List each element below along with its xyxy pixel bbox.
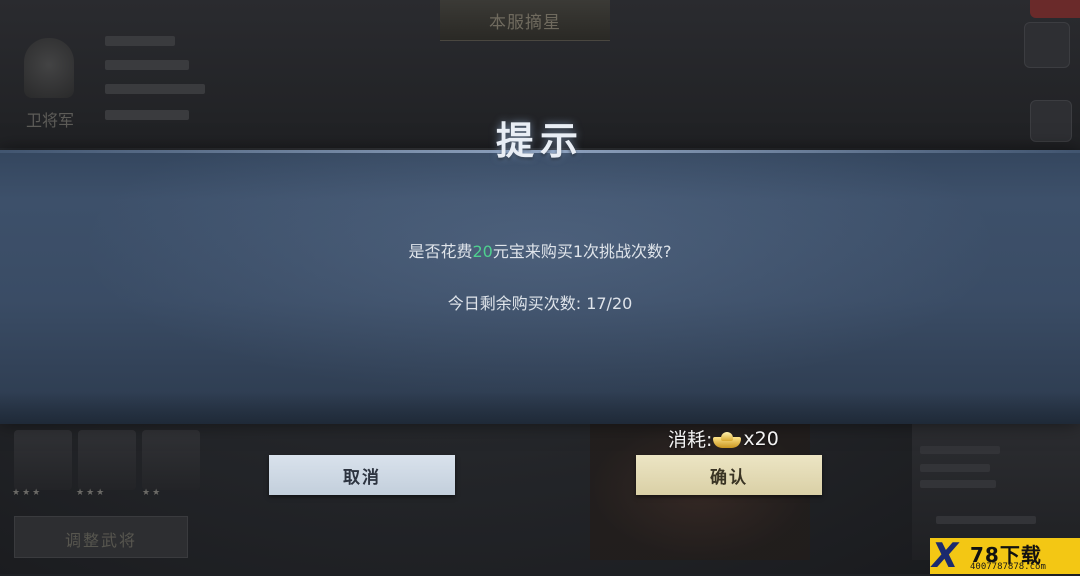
gold-ingot-icon [713, 429, 742, 449]
message-prefix: 是否花费 [408, 242, 473, 261]
stat-line [105, 84, 205, 94]
message-suffix: 元宝来购买1次挑战次数? [492, 242, 672, 261]
cancel-button[interactable]: 取消 [269, 455, 455, 495]
rank-emblem-icon [24, 38, 74, 98]
stat-line [920, 446, 1000, 454]
top-title-plate: 本服摘星 [440, 0, 610, 41]
red-notice-tab [1030, 0, 1080, 18]
top-title: 本服摘星 [489, 13, 561, 33]
cost-display: 消耗: x20 [668, 425, 779, 452]
hero-card [142, 430, 200, 490]
side-menu-icon [1024, 22, 1070, 68]
remaining-value: 17/20 [586, 294, 633, 313]
cost-label: 消耗: [668, 429, 713, 451]
stat-line [936, 516, 1036, 524]
hero-stars: ★★★ [76, 488, 107, 498]
hero-card [14, 430, 72, 490]
cost-amount: x20 [743, 427, 779, 450]
hero-stars: ★★★ [12, 488, 43, 498]
adjust-heroes-button: 调整武将 [14, 516, 188, 558]
stat-line [105, 36, 175, 46]
purchase-dialog [0, 150, 1080, 424]
remaining-purchases: 今日剩余购买次数: 17/20 [0, 290, 1080, 314]
message-amount: 20 [472, 242, 493, 261]
dialog-message: 是否花费20元宝来购买1次挑战次数? [0, 238, 1080, 262]
stat-line [920, 464, 990, 472]
hero-stars: ★★ [142, 488, 163, 498]
remaining-label: 今日剩余购买次数: [447, 294, 582, 313]
stat-line [105, 60, 189, 70]
watermark-logo: X [932, 536, 959, 576]
site-watermark: X 78下载 4007787878.com [930, 536, 1080, 576]
hero-card [78, 430, 136, 490]
stat-line [920, 480, 996, 488]
adjust-heroes-label: 调整武将 [64, 531, 137, 550]
dialog-title: 提示 [495, 118, 584, 163]
confirm-button[interactable]: 确认 [636, 455, 822, 495]
watermark-phone: 4007787878.com [970, 562, 1046, 572]
